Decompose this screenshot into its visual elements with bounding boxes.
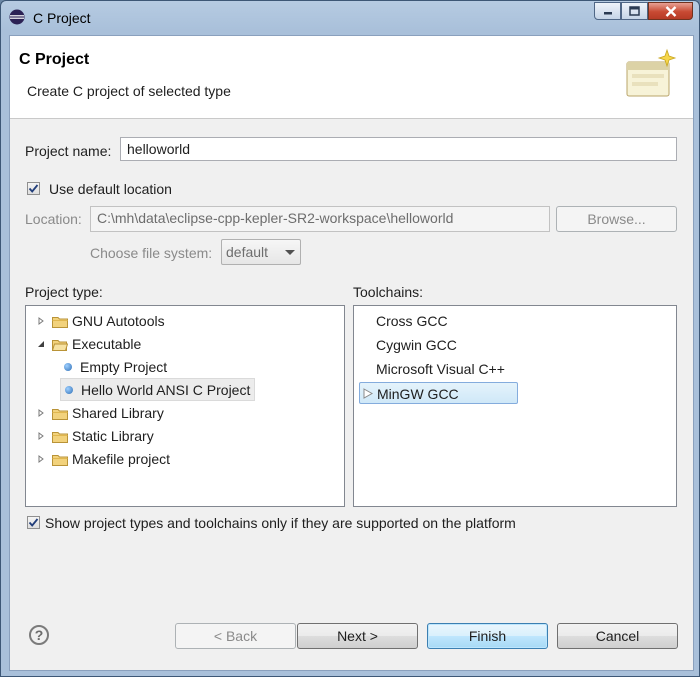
tree-item-label: Shared Library: [72, 405, 164, 421]
tree-item-label: Static Library: [72, 428, 154, 444]
toolchains-list[interactable]: Cross GCC Cygwin GCC Microsoft Visual C+…: [353, 305, 677, 507]
minimize-icon: [603, 12, 612, 15]
tree-item-label: Hello World ANSI C Project: [81, 381, 251, 398]
use-default-location-label[interactable]: Use default location: [49, 181, 172, 197]
chevron-down-icon[interactable]: [34, 337, 48, 351]
banner-title: C Project: [19, 51, 90, 68]
toolchain-item[interactable]: Microsoft Visual C++: [376, 358, 505, 380]
triangle-right-icon: [363, 388, 373, 399]
toolchain-item-selected[interactable]: MinGW GCC: [359, 382, 518, 404]
checkmark-icon: [28, 518, 39, 527]
tree-item-label: Makefile project: [72, 451, 171, 467]
use-default-location-checkbox[interactable]: [27, 182, 40, 195]
project-type-tree[interactable]: GNU Autotools Executable Empty Project H…: [25, 305, 345, 507]
toolchain-item[interactable]: Cross GCC: [376, 310, 448, 332]
project-name-input[interactable]: helloworld: [120, 137, 677, 161]
title-bar[interactable]: C Project: [1, 1, 699, 35]
tree-item-executable[interactable]: Executable: [34, 333, 141, 355]
maximize-button[interactable]: [621, 2, 648, 20]
show-supported-only-checkbox[interactable]: [27, 516, 40, 529]
project-name-label: Project name:: [25, 143, 112, 159]
banner-description: Create C project of selected type: [27, 83, 231, 99]
chevron-right-icon[interactable]: [34, 452, 48, 466]
project-type-label: Project type:: [25, 284, 103, 300]
cancel-button[interactable]: Cancel: [557, 623, 678, 649]
checkmark-icon: [28, 184, 39, 193]
window-controls: [594, 2, 693, 20]
tree-item-empty-project[interactable]: Empty Project: [60, 356, 167, 378]
close-icon: [665, 5, 676, 17]
close-button[interactable]: [648, 2, 693, 20]
show-supported-only-label[interactable]: Show project types and toolchains only i…: [45, 515, 516, 531]
folder-open-icon: [52, 339, 68, 351]
help-icon[interactable]: ?: [29, 625, 49, 645]
chevron-down-icon: [285, 250, 295, 255]
file-system-label: Choose file system:: [90, 245, 213, 261]
back-button[interactable]: < Back: [175, 623, 296, 649]
location-input[interactable]: C:\mh\data\eclipse-cpp-kepler-SR2-worksp…: [90, 206, 550, 232]
project-template-icon: [64, 363, 72, 371]
tree-item-label: Executable: [72, 336, 142, 352]
tree-item-static-library[interactable]: Static Library: [34, 425, 154, 447]
chevron-right-icon[interactable]: [34, 406, 48, 420]
tree-item-hello-world-ansi-c[interactable]: Hello World ANSI C Project: [60, 378, 256, 401]
dialog-content: C Project Create C project of selected t…: [9, 35, 694, 671]
dialog-window: C Project C Project Create C project of …: [0, 0, 700, 677]
wizard-banner-icon: [626, 48, 677, 97]
project-template-icon: [65, 385, 73, 394]
folder-icon: [52, 316, 68, 328]
eclipse-icon: [9, 9, 25, 25]
tree-item-makefile-project[interactable]: Makefile project: [34, 448, 170, 470]
tree-item-shared-library[interactable]: Shared Library: [34, 402, 164, 424]
tree-item-label: Empty Project: [80, 359, 168, 375]
chevron-right-icon[interactable]: [34, 429, 48, 443]
maximize-icon: [629, 6, 640, 16]
toolchain-item-label: MinGW GCC: [377, 386, 459, 402]
file-system-value: default: [226, 244, 269, 260]
folder-icon: [52, 431, 68, 443]
finish-button[interactable]: Finish: [427, 623, 548, 649]
toolchain-item[interactable]: Cygwin GCC: [376, 334, 457, 356]
tree-item-gnu-autotools[interactable]: GNU Autotools: [34, 310, 165, 332]
folder-icon: [52, 454, 68, 466]
folder-icon: [52, 408, 68, 420]
file-system-select[interactable]: default: [221, 239, 301, 265]
tree-item-label: GNU Autotools: [72, 313, 165, 329]
toolchains-label: Toolchains:: [353, 284, 424, 300]
next-button[interactable]: Next >: [297, 623, 418, 649]
browse-button[interactable]: Browse...: [556, 206, 677, 232]
wizard-banner: C Project Create C project of selected t…: [10, 36, 693, 119]
minimize-button[interactable]: [594, 2, 621, 20]
window-title: C Project: [33, 10, 91, 26]
chevron-right-icon[interactable]: [34, 314, 48, 328]
location-label: Location:: [25, 211, 82, 227]
